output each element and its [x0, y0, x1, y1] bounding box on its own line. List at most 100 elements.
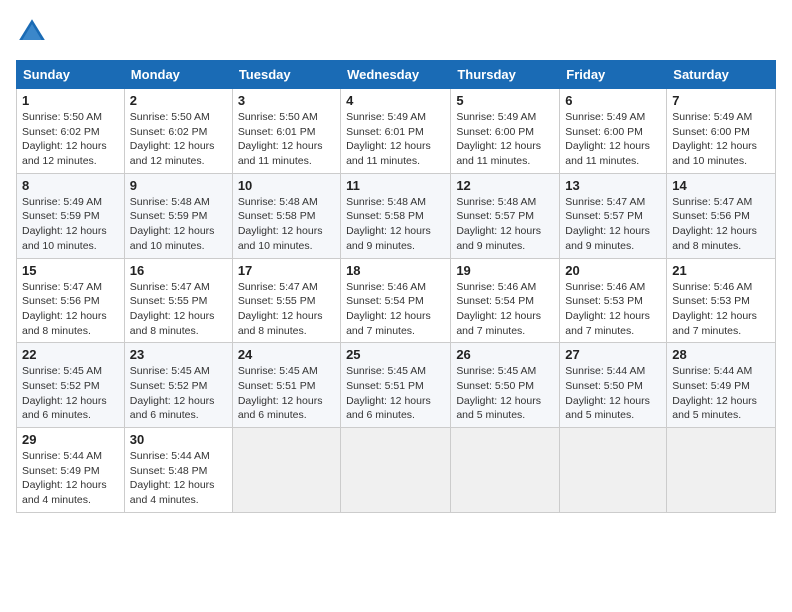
day-info: Sunrise: 5:44 AM Sunset: 5:50 PM Dayligh… — [565, 364, 661, 423]
calendar-cell: 15Sunrise: 5:47 AM Sunset: 5:56 PM Dayli… — [17, 258, 125, 343]
day-info: Sunrise: 5:50 AM Sunset: 6:02 PM Dayligh… — [130, 110, 227, 169]
day-info: Sunrise: 5:46 AM Sunset: 5:53 PM Dayligh… — [565, 280, 661, 339]
calendar-cell: 7 Sunrise: 5:49 AM Sunset: 6:00 PM Daylig… — [667, 89, 776, 174]
day-info: Sunrise: 5:47 AM Sunset: 5:56 PM Dayligh… — [22, 280, 119, 339]
day-info: Sunrise: 5:49 AM Sunset: 6:00 PM Dayligh… — [456, 110, 554, 169]
calendar-cell: 11 Sunrise: 5:48 AM Sunset: 5:58 PM Dayli… — [341, 173, 451, 258]
day-info: Sunrise: 5:44 AM Sunset: 5:49 PM Dayligh… — [22, 449, 119, 508]
day-number: 24 — [238, 347, 335, 362]
calendar-week-1: 1 Sunrise: 5:50 AM Sunset: 6:02 PM Daylig… — [17, 89, 776, 174]
calendar-cell: 8Sunrise: 5:49 AM Sunset: 5:59 PM Daylig… — [17, 173, 125, 258]
day-number: 11 — [346, 178, 445, 193]
day-number: 22 — [22, 347, 119, 362]
day-number: 7 — [672, 93, 770, 108]
day-number: 19 — [456, 263, 554, 278]
day-info: Sunrise: 5:48 AM Sunset: 5:58 PM Dayligh… — [346, 195, 445, 254]
calendar-cell: 17 Sunrise: 5:47 AM Sunset: 5:55 PM Dayli… — [232, 258, 340, 343]
page-header — [16, 16, 776, 48]
day-info: Sunrise: 5:48 AM Sunset: 5:57 PM Dayligh… — [456, 195, 554, 254]
day-number: 12 — [456, 178, 554, 193]
calendar-cell: 4 Sunrise: 5:49 AM Sunset: 6:01 PM Daylig… — [341, 89, 451, 174]
calendar-cell: 10 Sunrise: 5:48 AM Sunset: 5:58 PM Dayli… — [232, 173, 340, 258]
day-number: 3 — [238, 93, 335, 108]
calendar-week-2: 8Sunrise: 5:49 AM Sunset: 5:59 PM Daylig… — [17, 173, 776, 258]
day-info: Sunrise: 5:45 AM Sunset: 5:51 PM Dayligh… — [238, 364, 335, 423]
header-cell-saturday: Saturday — [667, 61, 776, 89]
calendar-cell: 3Sunrise: 5:50 AM Sunset: 6:01 PM Daylig… — [232, 89, 340, 174]
calendar-cell: 19 Sunrise: 5:46 AM Sunset: 5:54 PM Dayli… — [451, 258, 560, 343]
calendar-cell: 21 Sunrise: 5:46 AM Sunset: 5:53 PM Dayli… — [667, 258, 776, 343]
calendar-cell: 2 Sunrise: 5:50 AM Sunset: 6:02 PM Daylig… — [124, 89, 232, 174]
day-info: Sunrise: 5:47 AM Sunset: 5:56 PM Dayligh… — [672, 195, 770, 254]
calendar-cell — [341, 428, 451, 513]
day-number: 10 — [238, 178, 335, 193]
day-number: 23 — [130, 347, 227, 362]
logo — [16, 16, 52, 48]
day-number: 5 — [456, 93, 554, 108]
day-info: Sunrise: 5:49 AM Sunset: 6:00 PM Dayligh… — [672, 110, 770, 169]
day-info: Sunrise: 5:46 AM Sunset: 5:54 PM Dayligh… — [456, 280, 554, 339]
calendar-cell: 6 Sunrise: 5:49 AM Sunset: 6:00 PM Daylig… — [560, 89, 667, 174]
day-info: Sunrise: 5:46 AM Sunset: 5:53 PM Dayligh… — [672, 280, 770, 339]
calendar-cell: 25 Sunrise: 5:45 AM Sunset: 5:51 PM Dayli… — [341, 343, 451, 428]
calendar-table: SundayMondayTuesdayWednesdayThursdayFrid… — [16, 60, 776, 513]
day-number: 9 — [130, 178, 227, 193]
day-info: Sunrise: 5:47 AM Sunset: 5:55 PM Dayligh… — [238, 280, 335, 339]
calendar-cell: 18Sunrise: 5:46 AM Sunset: 5:54 PM Dayli… — [341, 258, 451, 343]
calendar-cell — [451, 428, 560, 513]
day-number: 17 — [238, 263, 335, 278]
calendar-cell: 29Sunrise: 5:44 AM Sunset: 5:49 PM Dayli… — [17, 428, 125, 513]
day-info: Sunrise: 5:47 AM Sunset: 5:55 PM Dayligh… — [130, 280, 227, 339]
header-cell-thursday: Thursday — [451, 61, 560, 89]
day-number: 27 — [565, 347, 661, 362]
calendar-cell — [560, 428, 667, 513]
calendar-week-4: 22 Sunrise: 5:45 AM Sunset: 5:52 PM Dayli… — [17, 343, 776, 428]
calendar-cell: 16 Sunrise: 5:47 AM Sunset: 5:55 PM Dayli… — [124, 258, 232, 343]
header-cell-monday: Monday — [124, 61, 232, 89]
calendar-header: SundayMondayTuesdayWednesdayThursdayFrid… — [17, 61, 776, 89]
day-number: 30 — [130, 432, 227, 447]
day-info: Sunrise: 5:44 AM Sunset: 5:48 PM Dayligh… — [130, 449, 227, 508]
calendar-cell: 24 Sunrise: 5:45 AM Sunset: 5:51 PM Dayli… — [232, 343, 340, 428]
calendar-cell: 9 Sunrise: 5:48 AM Sunset: 5:59 PM Daylig… — [124, 173, 232, 258]
header-cell-wednesday: Wednesday — [341, 61, 451, 89]
day-number: 26 — [456, 347, 554, 362]
day-info: Sunrise: 5:49 AM Sunset: 6:01 PM Dayligh… — [346, 110, 445, 169]
day-number: 4 — [346, 93, 445, 108]
day-number: 28 — [672, 347, 770, 362]
day-number: 2 — [130, 93, 227, 108]
calendar-week-3: 15Sunrise: 5:47 AM Sunset: 5:56 PM Dayli… — [17, 258, 776, 343]
day-info: Sunrise: 5:45 AM Sunset: 5:50 PM Dayligh… — [456, 364, 554, 423]
logo-icon — [16, 16, 48, 48]
day-number: 6 — [565, 93, 661, 108]
day-number: 20 — [565, 263, 661, 278]
header-row: SundayMondayTuesdayWednesdayThursdayFrid… — [17, 61, 776, 89]
calendar-cell — [667, 428, 776, 513]
calendar-body: 1 Sunrise: 5:50 AM Sunset: 6:02 PM Daylig… — [17, 89, 776, 513]
day-info: Sunrise: 5:50 AM Sunset: 6:02 PM Dayligh… — [22, 110, 119, 169]
calendar-cell: 26 Sunrise: 5:45 AM Sunset: 5:50 PM Dayli… — [451, 343, 560, 428]
day-info: Sunrise: 5:45 AM Sunset: 5:51 PM Dayligh… — [346, 364, 445, 423]
header-cell-tuesday: Tuesday — [232, 61, 340, 89]
day-number: 21 — [672, 263, 770, 278]
calendar-cell — [232, 428, 340, 513]
day-info: Sunrise: 5:49 AM Sunset: 6:00 PM Dayligh… — [565, 110, 661, 169]
header-cell-sunday: Sunday — [17, 61, 125, 89]
calendar-cell: 22 Sunrise: 5:45 AM Sunset: 5:52 PM Dayli… — [17, 343, 125, 428]
calendar-cell: 30 Sunrise: 5:44 AM Sunset: 5:48 PM Dayli… — [124, 428, 232, 513]
day-info: Sunrise: 5:45 AM Sunset: 5:52 PM Dayligh… — [22, 364, 119, 423]
day-number: 16 — [130, 263, 227, 278]
day-info: Sunrise: 5:45 AM Sunset: 5:52 PM Dayligh… — [130, 364, 227, 423]
calendar-cell: 12 Sunrise: 5:48 AM Sunset: 5:57 PM Dayli… — [451, 173, 560, 258]
day-info: Sunrise: 5:47 AM Sunset: 5:57 PM Dayligh… — [565, 195, 661, 254]
day-number: 14 — [672, 178, 770, 193]
calendar-cell: 27 Sunrise: 5:44 AM Sunset: 5:50 PM Dayli… — [560, 343, 667, 428]
day-number: 8 — [22, 178, 119, 193]
day-info: Sunrise: 5:48 AM Sunset: 5:58 PM Dayligh… — [238, 195, 335, 254]
header-cell-friday: Friday — [560, 61, 667, 89]
calendar-cell: 5 Sunrise: 5:49 AM Sunset: 6:00 PM Daylig… — [451, 89, 560, 174]
calendar-cell: 13Sunrise: 5:47 AM Sunset: 5:57 PM Dayli… — [560, 173, 667, 258]
day-number: 25 — [346, 347, 445, 362]
day-number: 1 — [22, 93, 119, 108]
day-info: Sunrise: 5:48 AM Sunset: 5:59 PM Dayligh… — [130, 195, 227, 254]
